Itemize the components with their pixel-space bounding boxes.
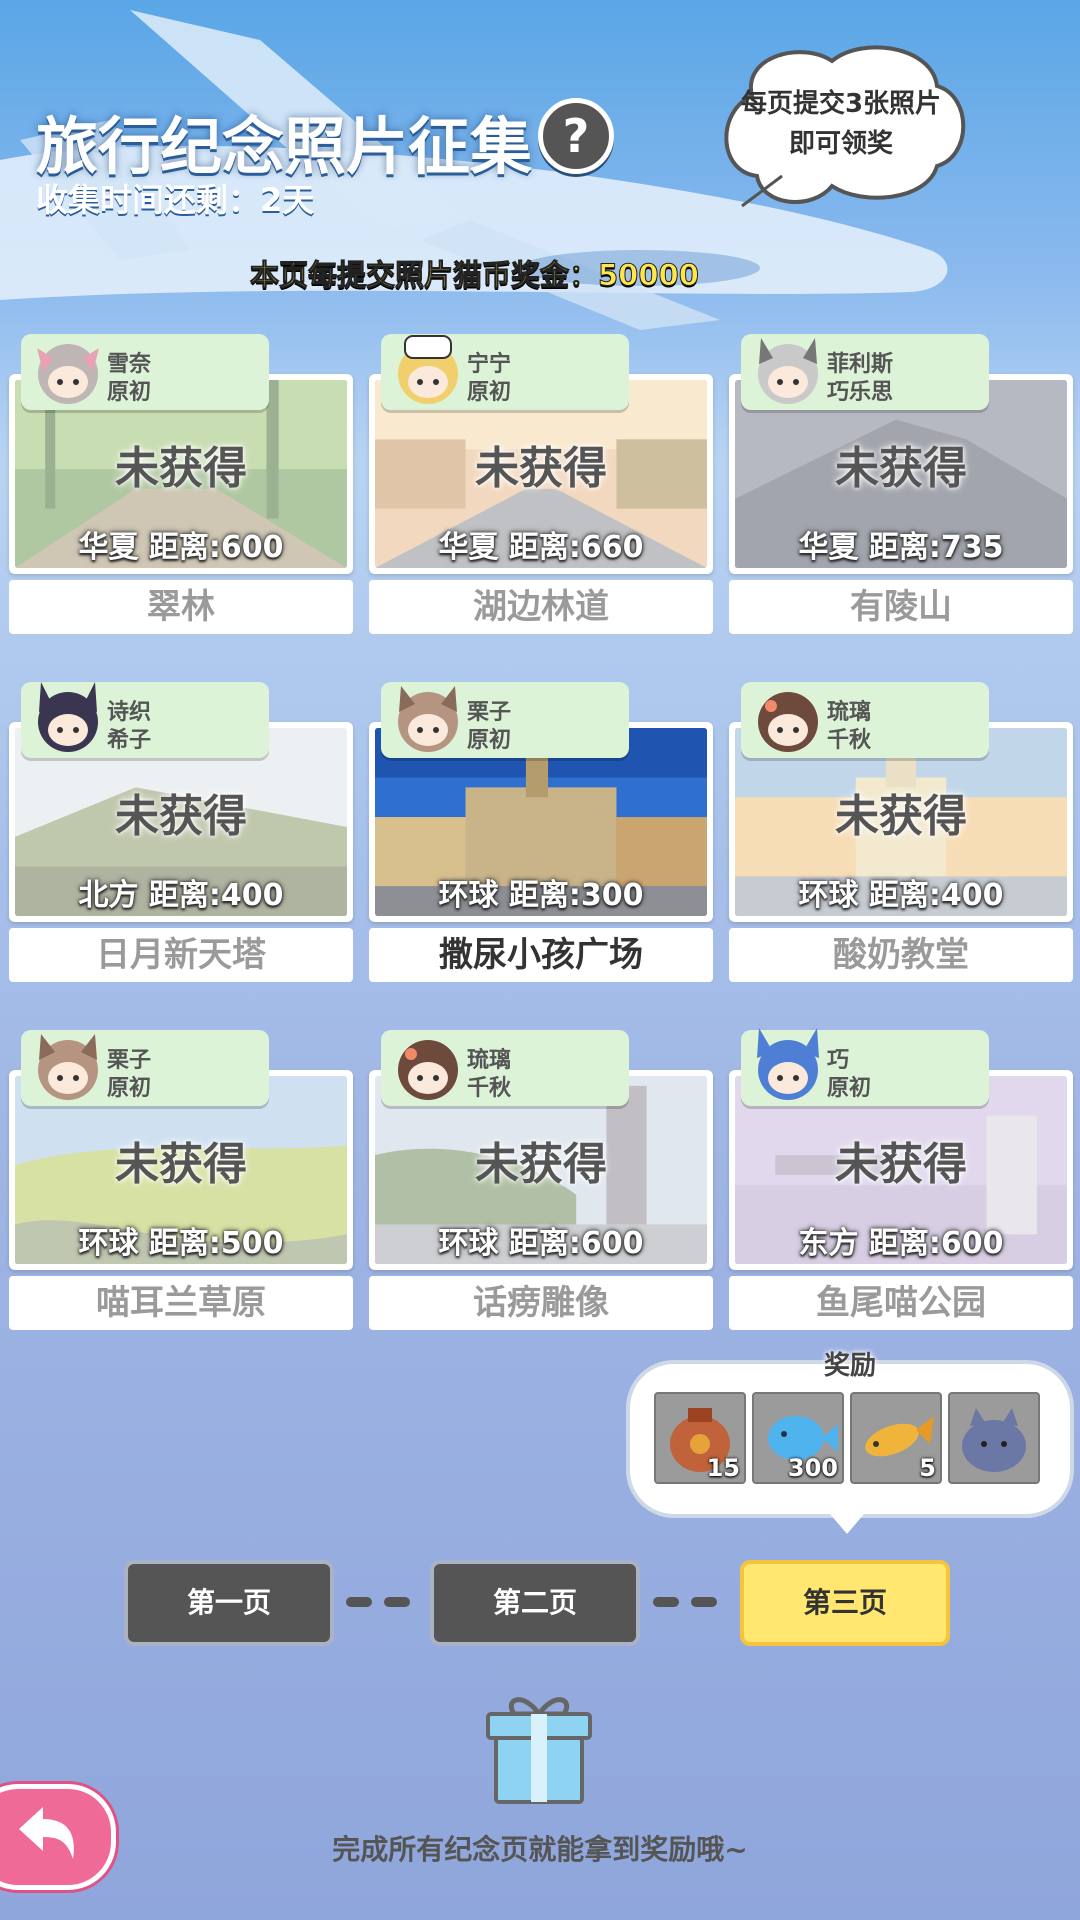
- character-tag: 诗织 希子: [21, 682, 269, 758]
- help-button[interactable]: ?: [538, 98, 614, 174]
- location-name: 有陵山: [729, 580, 1073, 634]
- character-name-2: 原初: [467, 380, 512, 405]
- photo-card[interactable]: 未获得 东方 距离:600 鱼尾喵公园 巧 原初: [729, 1028, 1073, 1330]
- distance-label: 北方 距离:400: [78, 878, 284, 913]
- location-name: 喵耳兰草原: [9, 1276, 353, 1330]
- unobtained-label: 未获得: [835, 443, 967, 494]
- distance-label: 环球 距离:500: [78, 1226, 284, 1261]
- photo-card[interactable]: 未获得 环球 距离:600 话痨雕像 琉璃 千秋: [369, 1030, 713, 1330]
- reward-slot[interactable]: [948, 1392, 1040, 1484]
- character-tag: 巧 原初: [741, 1028, 989, 1106]
- reward-slot[interactable]: 15: [654, 1392, 746, 1484]
- back-arrow-icon: [19, 1807, 74, 1859]
- character-tag: 琉璃 千秋: [741, 682, 989, 758]
- character-tag: 雪奈 原初: [21, 334, 269, 410]
- footer-hint: 完成所有纪念页就能拿到奖励哦~: [332, 1833, 748, 1866]
- reward-pointer: [825, 1508, 869, 1534]
- character-avatar: [398, 686, 458, 752]
- distance-label: 华夏 距离:600: [78, 530, 284, 565]
- reward-slot[interactable]: 5: [850, 1392, 942, 1484]
- character-avatar: [398, 335, 458, 404]
- character-name-2: 原初: [827, 1076, 872, 1101]
- cat-plush-icon: [962, 1408, 1026, 1472]
- reward-title: 奖励: [823, 1351, 876, 1381]
- page-2-button[interactable]: 第二页: [434, 1564, 636, 1642]
- page-1-button[interactable]: 第一页: [128, 1564, 330, 1642]
- distance-label: 东方 距离:600: [798, 1226, 1004, 1261]
- distance-label: 环球 距离:600: [438, 1226, 644, 1261]
- distance-label: 环球 距离:400: [798, 878, 1004, 913]
- distance-label: 环球 距离:300: [438, 878, 644, 913]
- hint-cloud-text: 每页提交3张照片 即可领奖: [726, 84, 956, 164]
- location-name: 翠林: [9, 580, 353, 634]
- character-avatar: [758, 338, 818, 404]
- reward-count: 5: [919, 1454, 936, 1482]
- photo-card[interactable]: 未获得 华夏 距离:735 有陵山 菲利斯 巧乐思: [729, 334, 1073, 634]
- unobtained-label: 未获得: [835, 791, 967, 842]
- character-tag: 菲利斯 巧乐思: [741, 334, 989, 410]
- character-avatar: [38, 682, 98, 752]
- hint-line-2: 即可领奖: [788, 129, 893, 159]
- character-avatar: [38, 1034, 98, 1100]
- unobtained-label: 未获得: [115, 1139, 247, 1190]
- page-connector: [691, 1597, 717, 1607]
- distance-label: 华夏 距离:660: [438, 530, 644, 565]
- character-avatar: [398, 1040, 458, 1100]
- page-connector: [384, 1597, 410, 1607]
- unobtained-label: 未获得: [475, 443, 607, 494]
- unobtained-label: 未获得: [115, 791, 247, 842]
- unobtained-label: 未获得: [115, 443, 247, 494]
- page-connector: [653, 1597, 679, 1607]
- character-name-2: 千秋: [467, 1076, 512, 1101]
- character-avatar: [758, 692, 818, 752]
- unobtained-label: 未获得: [475, 1139, 607, 1190]
- character-avatar: [757, 1028, 819, 1100]
- location-name: 湖边林道: [369, 580, 713, 634]
- character-name-2: 巧乐思: [827, 380, 894, 405]
- reward-count: 300: [787, 1454, 838, 1482]
- photo-card[interactable]: 未获得 华夏 距离:600 翠林 雪奈 原初: [9, 334, 353, 634]
- character-avatar: [37, 344, 99, 404]
- gift-box-icon[interactable]: [484, 1692, 594, 1806]
- photo-card[interactable]: 未获得 华夏 距离:660 湖边林道 宁宁 原初: [369, 334, 713, 634]
- character-tag: 栗子 原初: [21, 1030, 269, 1106]
- unobtained-label: 未获得: [835, 1139, 967, 1190]
- page-connector: [346, 1597, 372, 1607]
- distance-label: 华夏 距离:735: [798, 530, 1004, 565]
- character-name-2: 原初: [467, 728, 512, 753]
- character-tag: 栗子 原初: [381, 682, 629, 758]
- character-name-2: 千秋: [827, 728, 872, 753]
- hint-line-1: 每页提交3张照片: [740, 89, 942, 119]
- page-title: 旅行纪念照片征集: [36, 110, 533, 183]
- location-name: 话痨雕像: [369, 1276, 713, 1330]
- back-button[interactable]: [0, 1784, 116, 1890]
- photo-card[interactable]: 环球 距离:300 撒尿小孩广场 栗子 原初: [369, 682, 713, 982]
- photo-card[interactable]: 未获得 环球 距离:400 酸奶教堂 琉璃 千秋: [729, 682, 1073, 982]
- character-name-2: 希子: [107, 728, 152, 753]
- page-3-button[interactable]: 第三页: [744, 1564, 946, 1642]
- location-name: 酸奶教堂: [729, 928, 1073, 982]
- character-name-2: 原初: [107, 380, 152, 405]
- location-name: 撒尿小孩广场: [369, 928, 713, 982]
- location-name: 鱼尾喵公园: [729, 1276, 1073, 1330]
- collection-timer: 收集时间还剩：2天: [36, 181, 315, 219]
- coin-bonus-text: 本页每提交照片猫币奖金：50000: [250, 258, 700, 293]
- character-name-2: 原初: [107, 1076, 152, 1101]
- photo-card[interactable]: 未获得 环球 距离:500 喵耳兰草原 栗子 原初: [9, 1030, 353, 1330]
- location-name: 日月新天塔: [9, 928, 353, 982]
- reward-count: 15: [706, 1454, 740, 1482]
- reward-slot[interactable]: 300: [752, 1392, 844, 1484]
- character-tag: 宁宁 原初: [381, 334, 629, 410]
- photo-card[interactable]: 未获得 北方 距离:400 日月新天塔 诗织 希子: [9, 682, 353, 982]
- character-tag: 琉璃 千秋: [381, 1030, 629, 1106]
